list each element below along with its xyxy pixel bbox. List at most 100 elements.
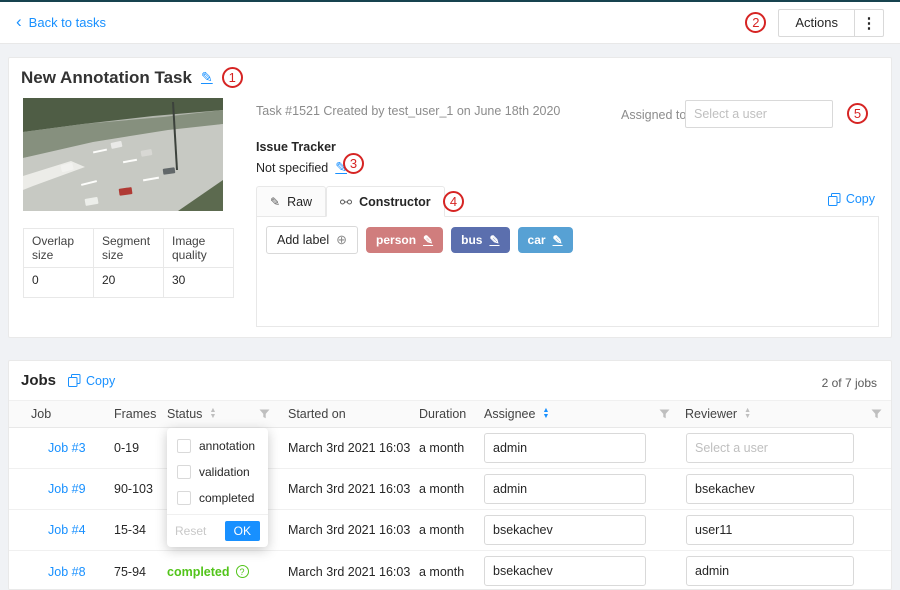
- job-frames: 90-103: [114, 482, 153, 496]
- filter-option-label: annotation: [199, 439, 255, 453]
- copy-icon: [68, 374, 81, 387]
- job-duration: a month: [419, 565, 464, 579]
- task-title-row: New Annotation Task ✎ 1: [21, 67, 243, 88]
- label-tag-person[interactable]: person ✎: [366, 227, 443, 253]
- tab-constructor[interactable]: Constructor: [326, 186, 445, 217]
- job-link[interactable]: Job #3: [48, 441, 86, 455]
- task-meta: Task #1521 Created by test_user_1 on Jun…: [256, 104, 560, 118]
- copy-icon: [828, 193, 841, 206]
- filter-option-annotation[interactable]: annotation: [167, 433, 268, 459]
- issue-tracker-value: Not specified: [256, 161, 328, 175]
- tab-raw[interactable]: ✎ Raw: [256, 186, 326, 216]
- assignee-sort-icons: ▲▼: [542, 408, 549, 420]
- col-status-sort[interactable]: Status ▲▼: [167, 407, 216, 421]
- col-assignee-sort[interactable]: Assignee ▲▼: [484, 407, 549, 421]
- labels-constructor-panel: Add label ⊕ person ✎ bus ✎ car ✎: [256, 217, 879, 327]
- edit-label-bus-icon[interactable]: ✎: [489, 233, 499, 247]
- jobs-title: Jobs: [21, 372, 56, 389]
- edit-label-car-icon[interactable]: ✎: [553, 233, 563, 247]
- checkbox-icon[interactable]: [177, 439, 191, 453]
- question-circle-icon[interactable]: ?: [236, 565, 249, 578]
- back-to-tasks-link[interactable]: ‹ Back to tasks: [16, 15, 106, 30]
- jobs-table-header: Job Frames Status ▲▼ Started on Duration…: [9, 400, 891, 428]
- reviewer-input[interactable]: [686, 433, 854, 463]
- copy-jobs-link[interactable]: Copy: [68, 374, 115, 388]
- callout-3: 3: [343, 153, 364, 174]
- job-status-text: completed: [167, 565, 230, 579]
- callout-4: 4: [443, 191, 464, 212]
- assignee-filter-icon[interactable]: [659, 409, 670, 419]
- more-menu-button[interactable]: ⋮: [854, 9, 884, 37]
- col-assignee-label: Assignee: [484, 407, 535, 421]
- actions-button-group: Actions ⋮: [778, 9, 884, 37]
- label-tag-car[interactable]: car ✎: [518, 227, 573, 253]
- job-frames: 0-19: [114, 441, 139, 455]
- param-value-overlap: 0: [24, 268, 94, 298]
- col-status-label: Status: [167, 407, 202, 421]
- checkbox-icon[interactable]: [177, 491, 191, 505]
- job-duration: a month: [419, 441, 464, 455]
- task-title: New Annotation Task: [21, 68, 192, 88]
- filter-option-validation[interactable]: validation: [167, 459, 268, 485]
- job-frames: 75-94: [114, 565, 146, 579]
- col-reviewer-sort[interactable]: Reviewer ▲▼: [685, 407, 751, 421]
- reviewer-input[interactable]: [686, 556, 854, 586]
- back-chevron-icon: ‹: [16, 13, 22, 30]
- filter-reset-button[interactable]: Reset: [175, 524, 206, 538]
- assignee-input[interactable]: [484, 433, 646, 463]
- job-status: completed ?: [167, 565, 249, 579]
- assigned-to-label: Assigned to: [621, 108, 686, 122]
- reviewer-input[interactable]: [686, 515, 854, 545]
- job-row-3: Job #3 0-19 March 3rd 2021 16:03 a month: [9, 428, 891, 469]
- label-tag-bus[interactable]: bus ✎: [451, 227, 509, 253]
- param-value-quality: 30: [164, 268, 234, 298]
- assignee-input[interactable]: [484, 474, 646, 504]
- param-header-quality: Image quality: [164, 229, 234, 268]
- job-link[interactable]: Job #4: [48, 523, 86, 537]
- actions-button[interactable]: Actions: [778, 9, 855, 37]
- jobs-card: Jobs Copy 2 of 7 jobs Job Frames Status …: [8, 360, 892, 590]
- filter-footer: Reset OK: [167, 514, 268, 547]
- callout-1: 1: [222, 67, 243, 88]
- task-thumbnail: [23, 98, 223, 211]
- callout-2: 2: [745, 12, 766, 33]
- job-duration: a month: [419, 523, 464, 537]
- status-filter-icon[interactable]: [259, 409, 270, 419]
- label-car-name: car: [528, 233, 546, 247]
- task-details-page: ‹ Back to tasks 2 Actions ⋮ New Annotati…: [0, 0, 900, 590]
- callout-5: 5: [847, 103, 868, 124]
- back-label: Back to tasks: [29, 15, 106, 30]
- jobs-count: 2 of 7 jobs: [822, 376, 877, 390]
- reviewer-filter-icon[interactable]: [871, 409, 882, 419]
- col-started: Started on: [288, 407, 346, 421]
- task-assignee-input[interactable]: [685, 100, 833, 128]
- job-row-8: Job #8 75-94 completed ? March 3rd 2021 …: [9, 551, 891, 590]
- job-link[interactable]: Job #8: [48, 565, 86, 579]
- kebab-icon: ⋮: [862, 15, 877, 32]
- checkbox-icon[interactable]: [177, 465, 191, 479]
- job-started: March 3rd 2021 16:03: [288, 523, 410, 537]
- top-bar-right: 2 Actions ⋮: [745, 9, 884, 37]
- top-bar: ‹ Back to tasks 2 Actions ⋮: [0, 2, 900, 44]
- edit-label-person-icon[interactable]: ✎: [423, 233, 433, 247]
- constructor-icon: [340, 196, 352, 208]
- edit-title-icon[interactable]: ✎: [201, 69, 213, 86]
- col-reviewer-label: Reviewer: [685, 407, 737, 421]
- tab-constructor-label: Constructor: [359, 195, 431, 209]
- filter-ok-button[interactable]: OK: [225, 521, 260, 541]
- job-link[interactable]: Job #9: [48, 482, 86, 496]
- assignee-input[interactable]: [484, 515, 646, 545]
- add-label-button[interactable]: Add label ⊕: [266, 226, 358, 254]
- task-params-table: Overlap size Segment size Image quality …: [23, 228, 234, 298]
- job-started: March 3rd 2021 16:03: [288, 441, 410, 455]
- job-frames: 15-34: [114, 523, 146, 537]
- copy-labels-link[interactable]: Copy: [828, 192, 875, 206]
- copy-labels-label: Copy: [846, 192, 875, 206]
- filter-option-completed[interactable]: completed: [167, 485, 268, 511]
- col-duration: Duration: [419, 407, 466, 421]
- job-started: March 3rd 2021 16:03: [288, 482, 410, 496]
- jobs-header: Jobs Copy: [21, 372, 115, 389]
- reviewer-input[interactable]: [686, 474, 854, 504]
- label-bus-name: bus: [461, 233, 482, 247]
- assignee-input[interactable]: [484, 556, 646, 586]
